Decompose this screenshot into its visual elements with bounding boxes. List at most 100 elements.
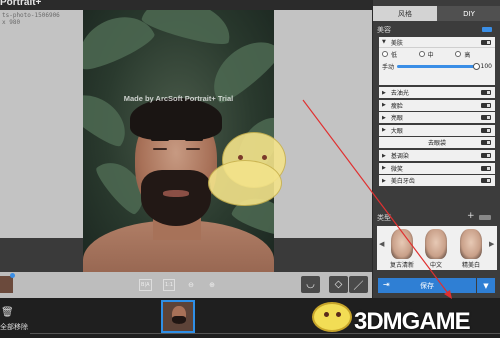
mascot-eye — [238, 155, 243, 160]
compare-button[interactable]: B|A — [139, 279, 152, 291]
zoom-out-icon[interactable]: ⊖ — [185, 279, 197, 291]
feature-label: 美白牙齿 — [390, 178, 415, 186]
layer-thumbnail[interactable] — [0, 276, 13, 293]
filmstrip-thumbnail[interactable] — [161, 300, 195, 333]
title-bar: Portrait+ — [0, 0, 372, 10]
skin-group: ▼ 美肤 低 中 高 手动 100 — [379, 37, 495, 85]
feature-label: 去眼袋 — [427, 140, 446, 148]
smile-face-icon[interactable]: ◡ — [301, 276, 320, 293]
caret-right-icon: ▶ — [382, 102, 386, 109]
feature-toggle[interactable] — [481, 178, 491, 184]
feature-label: 基调染 — [390, 153, 409, 160]
save-dropdown-button[interactable]: ▼ — [477, 278, 495, 293]
style-item[interactable]: 复古清新 — [387, 229, 417, 269]
beauty-section-title: 美容 — [377, 26, 391, 34]
beard — [141, 170, 211, 226]
feature-toggle[interactable] — [481, 140, 491, 146]
zoom-in-icon[interactable]: ⊕ — [206, 279, 218, 291]
feature-toggle[interactable] — [481, 127, 491, 133]
chevron-down-icon: ▼ — [483, 281, 489, 290]
chevron-left-icon[interactable]: ◀ — [379, 240, 384, 248]
feature-label: 微笑 — [390, 165, 403, 173]
hair — [130, 98, 222, 140]
skin-label: 美肤 — [390, 39, 403, 47]
tab-diy[interactable]: DIY — [437, 6, 500, 21]
trash-icon[interactable]: 🗑 — [1, 307, 14, 318]
manual-slider[interactable] — [397, 62, 480, 70]
radio-circle — [418, 51, 425, 57]
logo-mascot-eye — [336, 312, 341, 317]
feature-label: 去油光 — [390, 90, 409, 97]
feature-toggle[interactable] — [481, 153, 491, 158]
logo-text: 3DMGAME — [354, 308, 471, 335]
style-gallery: ◀ 复古清新 中文 精美白 ▶ — [377, 226, 497, 270]
caret-down-icon: ▼ — [382, 39, 386, 45]
thumbnail-badge — [10, 273, 15, 278]
feature-toggle[interactable] — [481, 102, 491, 108]
logo-mascot-eye — [324, 312, 329, 317]
manual-label: 手动 — [382, 63, 395, 71]
caret-right-icon: ▶ — [382, 89, 386, 96]
radio-high[interactable]: 高 — [455, 50, 492, 59]
mouth — [163, 190, 189, 197]
feature-toggle[interactable] — [481, 90, 491, 95]
app-window: Portrait+ ts-photo-1506906 x 980 Made by… — [0, 0, 500, 338]
right-panel: 风格 DIY 美容 ▼ 美肤 低 中 高 手动 100 ▶ 去油光 ▶ 瘦脸 ▶… — [372, 0, 500, 298]
caret-right-icon: ▶ — [382, 114, 386, 121]
radio-label: 低 — [391, 51, 398, 59]
feature-toggle[interactable] — [481, 115, 491, 121]
skin-toggle[interactable] — [481, 40, 491, 45]
radio-medium[interactable]: 中 — [418, 50, 456, 59]
style-label: 中文 — [429, 262, 442, 269]
fit-button[interactable]: 1:1 — [163, 279, 176, 291]
radio-circle — [455, 51, 462, 57]
feature-row[interactable]: ▶ 微笑 — [379, 162, 495, 174]
style-label: 复古清新 — [389, 262, 414, 269]
style-item[interactable]: 精美白 — [456, 229, 486, 269]
caret-right-icon: ▶ — [382, 127, 386, 134]
skin-level-radios: 低 中 高 — [379, 48, 495, 60]
feature-row[interactable]: ▶ 瘦脸 — [379, 99, 495, 111]
file-info-line2: x 980 — [2, 19, 21, 26]
chevron-right-icon[interactable]: ▶ — [489, 240, 494, 248]
leaf — [139, 10, 237, 50]
left-brow — [151, 138, 169, 141]
feature-row[interactable]: ▶ 亮眼 — [379, 112, 495, 124]
feature-label: 瘦脸 — [390, 102, 403, 110]
export-icon: ⇥ — [383, 280, 390, 289]
feature-row[interactable]: 去眼袋 — [379, 137, 495, 149]
file-info: ts-photo-1506906 x 980 — [2, 12, 60, 26]
tab-style[interactable]: 风格 — [373, 6, 437, 21]
save-button[interactable]: ⇥ 保存 — [378, 278, 476, 293]
app-title: Portrait+ — [0, 0, 42, 8]
feature-label: 大眼 — [390, 127, 403, 135]
add-style-icon[interactable]: + — [467, 211, 475, 221]
style-item[interactable]: 中文 — [421, 229, 451, 269]
eraser-icon[interactable]: ◇ — [329, 276, 348, 293]
brush-icon[interactable]: ／ — [349, 276, 368, 293]
slider-knob[interactable] — [472, 62, 480, 70]
feature-row[interactable]: ▶ 美白牙齿 — [379, 175, 495, 187]
mode-tabs: 风格 DIY — [373, 6, 500, 21]
manual-value: 100 — [480, 62, 492, 70]
left-eye — [153, 148, 167, 150]
radio-low[interactable]: 低 — [382, 50, 419, 59]
beauty-section-indicator — [482, 27, 492, 32]
style-preview — [425, 229, 447, 259]
radio-label: 中 — [427, 51, 434, 59]
caret-right-icon: ▶ — [382, 165, 386, 172]
feature-label: 亮眼 — [390, 115, 403, 123]
style-preview — [391, 229, 413, 259]
styles-toggle[interactable] — [479, 215, 491, 220]
radio-label: 高 — [464, 51, 471, 59]
styles-title: 类型 — [377, 214, 391, 222]
feature-row[interactable]: ▶ 去油光 — [379, 87, 495, 98]
right-eye — [186, 148, 200, 150]
remove-all-button[interactable]: 全部移除 — [0, 322, 28, 332]
feature-row[interactable]: ▶ 大眼 — [379, 124, 495, 136]
skin-header[interactable]: ▼ 美肤 — [379, 37, 495, 48]
feature-row[interactable]: ▶ 基调染 — [379, 150, 495, 161]
logo-mascot — [312, 302, 352, 332]
thumb-beard — [172, 316, 186, 324]
feature-toggle[interactable] — [481, 165, 491, 171]
